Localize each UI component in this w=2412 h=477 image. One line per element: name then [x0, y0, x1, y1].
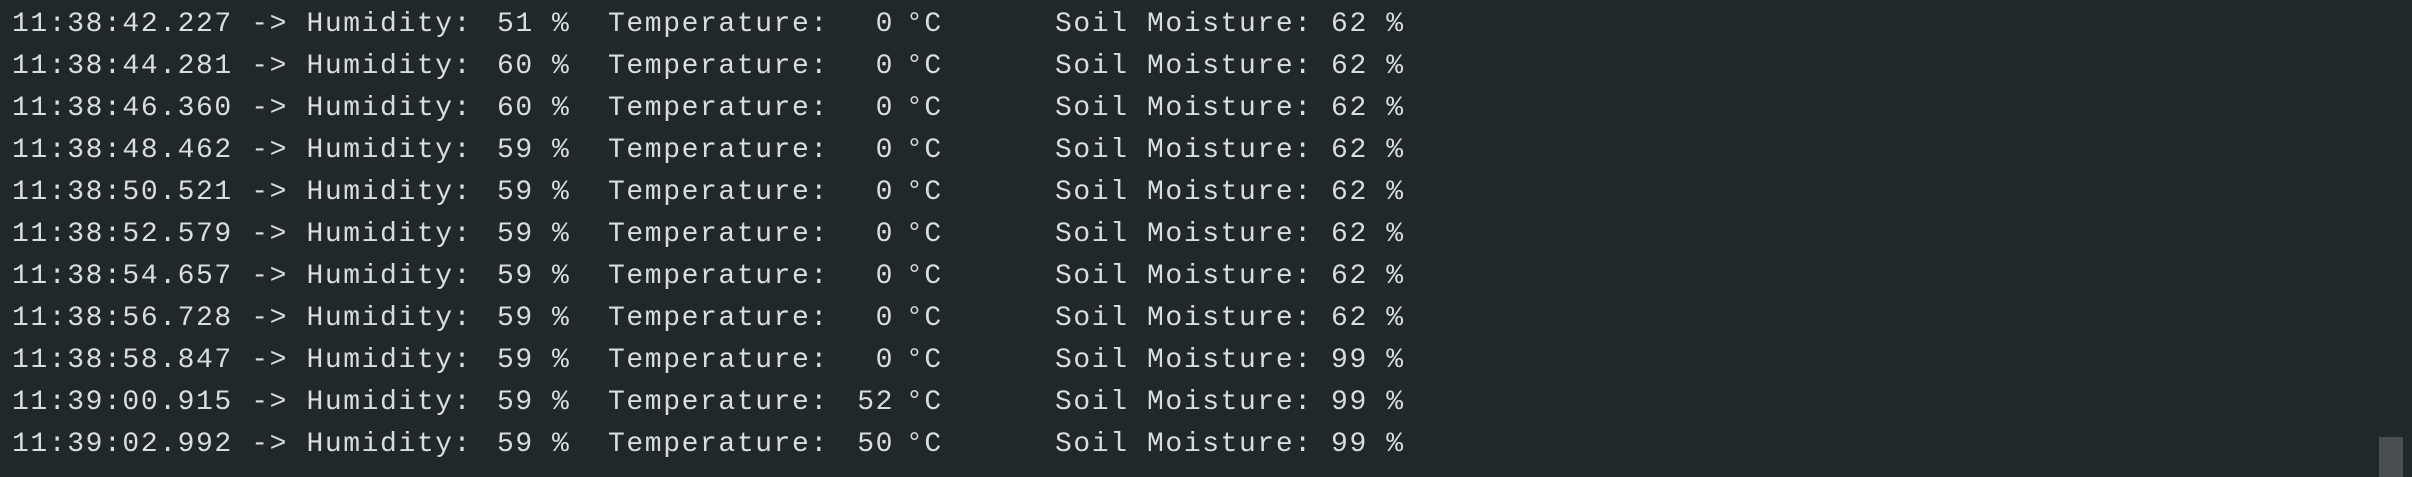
humidity-unit: %	[552, 345, 571, 376]
temperature-unit: °C	[906, 177, 943, 208]
temperature-label: Temperature:	[608, 51, 829, 82]
humidity-value: 59	[497, 345, 534, 376]
soil-moisture-text: Soil Moisture: 62 %	[1055, 93, 1405, 124]
temperature-value: 0	[875, 135, 894, 166]
temperature-value: 0	[875, 93, 894, 124]
temperature-unit: °C	[906, 261, 943, 292]
arrow-humidity-label: -> Humidity:	[12, 429, 473, 460]
humidity-value: 59	[497, 261, 534, 292]
humidity-value: 59	[497, 177, 534, 208]
arrow-humidity-label: -> Humidity:	[12, 51, 473, 82]
humidity-unit: %	[552, 177, 571, 208]
humidity-unit: %	[552, 429, 571, 460]
arrow-humidity-label: -> Humidity:	[12, 219, 473, 250]
arrow-humidity-label: -> Humidity:	[12, 177, 473, 208]
temperature-unit: °C	[906, 219, 943, 250]
temperature-label: Temperature:	[608, 135, 829, 166]
temperature-value: 0	[875, 345, 894, 376]
humidity-unit: %	[552, 219, 571, 250]
soil-moisture-text: Soil Moisture: 62 %	[1055, 261, 1405, 292]
humidity-unit: %	[552, 261, 571, 292]
temperature-unit: °C	[906, 135, 943, 166]
arrow-humidity-label: -> Humidity:	[12, 9, 473, 40]
humidity-value: 59	[497, 219, 534, 250]
temperature-unit: °C	[906, 387, 943, 418]
temperature-label: Temperature:	[608, 261, 829, 292]
humidity-value: 60	[497, 51, 534, 82]
log-line: 11:38:48.462 -> Humidity: 59% Temperature:…	[0, 130, 2360, 172]
temperature-value: 0	[875, 303, 894, 334]
temperature-unit: °C	[906, 9, 943, 40]
soil-moisture-text: Soil Moisture: 62 %	[1055, 303, 1405, 334]
log-line: 11:38:44.281 -> Humidity: 60% Temperature:…	[0, 46, 2360, 88]
temperature-label: Temperature:	[608, 303, 829, 334]
humidity-unit: %	[552, 9, 571, 40]
soil-moisture-text: Soil Moisture: 62 %	[1055, 219, 1405, 250]
temperature-value: 50	[857, 429, 894, 460]
humidity-value: 59	[497, 429, 534, 460]
temperature-unit: °C	[906, 345, 943, 376]
temperature-unit: °C	[906, 93, 943, 124]
temperature-value: 0	[875, 219, 894, 250]
soil-moisture-text: Soil Moisture: 99 %	[1055, 387, 1405, 418]
vertical-scrollbar-thumb[interactable]	[2379, 437, 2403, 477]
temperature-label: Temperature:	[608, 9, 829, 40]
temperature-unit: °C	[906, 429, 943, 460]
temperature-label: Temperature:	[608, 345, 829, 376]
temperature-label: Temperature:	[608, 93, 829, 124]
log-line: 11:38:52.579 -> Humidity: 59% Temperature:…	[0, 214, 2360, 256]
humidity-value: 59	[497, 387, 534, 418]
soil-moisture-text: Soil Moisture: 62 %	[1055, 51, 1405, 82]
temperature-value: 0	[875, 9, 894, 40]
humidity-unit: %	[552, 303, 571, 334]
humidity-value: 59	[497, 303, 534, 334]
humidity-value: 59	[497, 135, 534, 166]
temperature-label: Temperature:	[608, 219, 829, 250]
log-line: 11:38:56.728 -> Humidity: 59% Temperature:…	[0, 298, 2360, 340]
log-line: 11:38:46.360 -> Humidity: 60% Temperature:…	[0, 88, 2360, 130]
arrow-humidity-label: -> Humidity:	[12, 345, 473, 376]
temperature-value: 0	[875, 177, 894, 208]
arrow-humidity-label: -> Humidity:	[12, 387, 473, 418]
temperature-value: 52	[857, 387, 894, 418]
humidity-unit: %	[552, 135, 571, 166]
humidity-value: 60	[497, 93, 534, 124]
log-line: 11:38:58.847 -> Humidity: 59% Temperature:…	[0, 340, 2360, 382]
log-line: 11:38:54.657 -> Humidity: 59% Temperature:…	[0, 256, 2360, 298]
soil-moisture-text: Soil Moisture: 99 %	[1055, 429, 1405, 460]
arrow-humidity-label: -> Humidity:	[12, 135, 473, 166]
humidity-unit: %	[552, 93, 571, 124]
humidity-unit: %	[552, 51, 571, 82]
temperature-label: Temperature:	[608, 177, 829, 208]
log-line: 11:38:50.521 -> Humidity: 59% Temperature:…	[0, 172, 2360, 214]
log-line: 11:38:42.227 -> Humidity: 51% Temperature:…	[0, 4, 2360, 46]
temperature-unit: °C	[906, 303, 943, 334]
log-line: 11:39:02.992 -> Humidity: 59% Temperature:…	[0, 424, 2360, 466]
arrow-humidity-label: -> Humidity:	[12, 93, 473, 124]
temperature-label: Temperature:	[608, 387, 829, 418]
soil-moisture-text: Soil Moisture: 62 %	[1055, 177, 1405, 208]
soil-moisture-text: Soil Moisture: 62 %	[1055, 135, 1405, 166]
humidity-value: 51	[497, 9, 534, 40]
log-line: 11:39:00.915 -> Humidity: 59% Temperature:…	[0, 382, 2360, 424]
temperature-label: Temperature:	[608, 429, 829, 460]
soil-moisture-text: Soil Moisture: 62 %	[1055, 9, 1405, 40]
arrow-humidity-label: -> Humidity:	[12, 261, 473, 292]
temperature-value: 0	[875, 261, 894, 292]
temperature-unit: °C	[906, 51, 943, 82]
temperature-value: 0	[875, 51, 894, 82]
humidity-unit: %	[552, 387, 571, 418]
soil-moisture-text: Soil Moisture: 99 %	[1055, 345, 1405, 376]
arrow-humidity-label: -> Humidity:	[12, 303, 473, 334]
